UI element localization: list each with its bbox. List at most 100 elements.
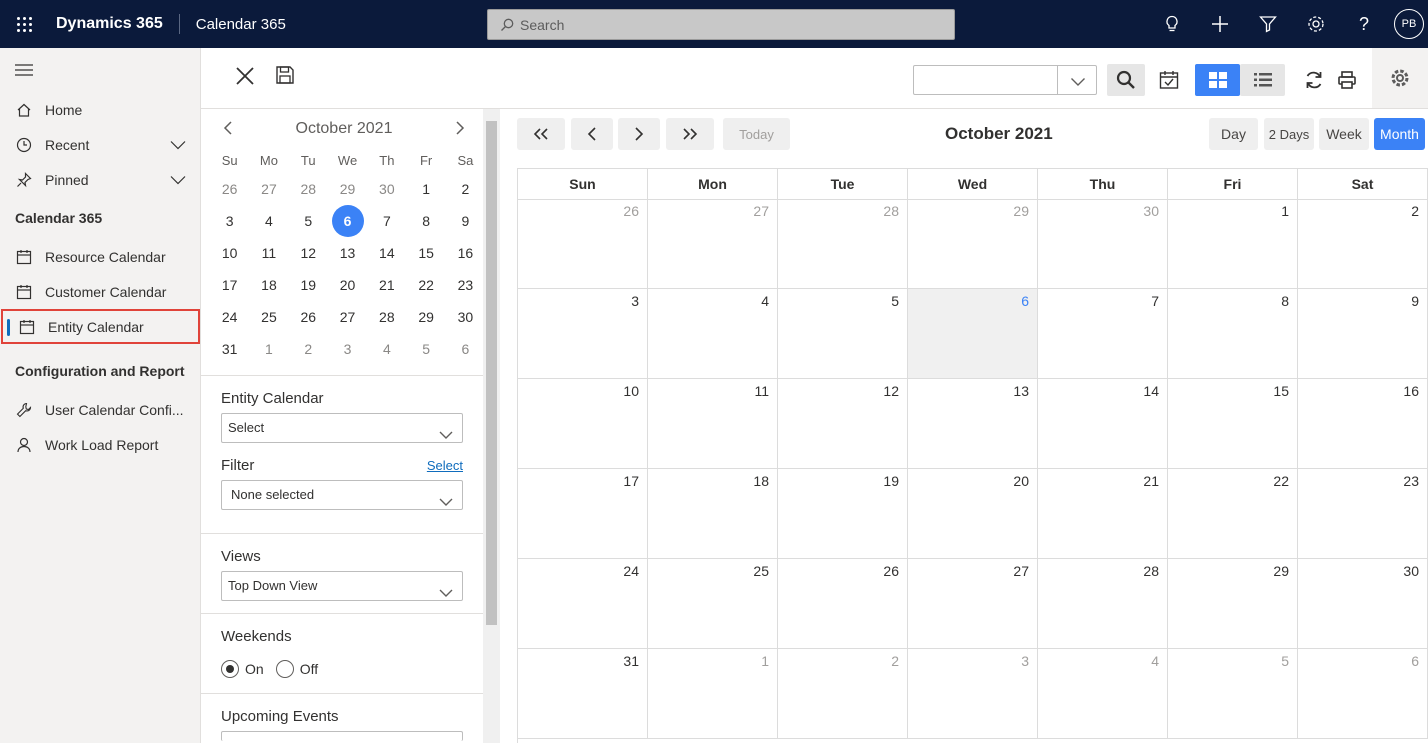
next-year-button[interactable] bbox=[666, 118, 714, 150]
settings-gear-icon[interactable] bbox=[1372, 48, 1428, 108]
day-cell[interactable]: 28 bbox=[1038, 559, 1168, 649]
day-cell[interactable]: 25 bbox=[648, 559, 778, 649]
day-cell[interactable]: 24 bbox=[518, 559, 648, 649]
mini-day[interactable]: 13 bbox=[328, 237, 367, 269]
mini-day[interactable]: 4 bbox=[367, 333, 406, 365]
day-cell[interactable]: 10 bbox=[518, 379, 648, 469]
mini-day[interactable]: 11 bbox=[249, 237, 288, 269]
day-cell[interactable]: 9 bbox=[1298, 289, 1428, 379]
mini-day[interactable]: 5 bbox=[406, 333, 445, 365]
mini-day[interactable]: 22 bbox=[406, 269, 445, 301]
day-cell[interactable]: 15 bbox=[1168, 379, 1298, 469]
day-cell[interactable]: 19 bbox=[778, 469, 908, 559]
brand-title[interactable]: Dynamics 365 bbox=[48, 14, 180, 34]
day-cell[interactable]: 27 bbox=[648, 199, 778, 289]
day-cell[interactable]: 3 bbox=[518, 289, 648, 379]
view-week-button[interactable]: Week bbox=[1319, 118, 1369, 150]
day-cell[interactable]: 31 bbox=[518, 649, 648, 739]
day-cell[interactable]: 21 bbox=[1038, 469, 1168, 559]
sidebar-item-recent[interactable]: Recent bbox=[0, 127, 200, 162]
mini-day[interactable]: 2 bbox=[289, 333, 328, 365]
day-cell[interactable]: 29 bbox=[908, 199, 1038, 289]
lightbulb-icon[interactable] bbox=[1148, 0, 1196, 48]
day-cell[interactable]: 5 bbox=[778, 289, 908, 379]
mini-day[interactable]: 12 bbox=[289, 237, 328, 269]
mini-day[interactable]: 3 bbox=[210, 205, 249, 237]
save-icon[interactable] bbox=[275, 65, 295, 88]
mini-day[interactable]: 29 bbox=[328, 173, 367, 205]
mini-day[interactable]: 14 bbox=[367, 237, 406, 269]
weekend-off-radio[interactable] bbox=[275, 660, 294, 678]
mini-day[interactable]: 4 bbox=[249, 205, 288, 237]
day-cell[interactable]: 7 bbox=[1038, 289, 1168, 379]
mini-day[interactable]: 6 bbox=[446, 333, 485, 365]
panel-scrollbar[interactable] bbox=[483, 109, 500, 743]
mini-day[interactable]: 2 bbox=[446, 173, 485, 205]
mini-day[interactable]: 10 bbox=[210, 237, 249, 269]
view-day-button[interactable]: Day bbox=[1209, 118, 1258, 150]
mini-day[interactable]: 23 bbox=[446, 269, 485, 301]
mini-day[interactable]: 17 bbox=[210, 269, 249, 301]
mini-day[interactable]: 1 bbox=[249, 333, 288, 365]
mini-day[interactable]: 1 bbox=[406, 173, 445, 205]
filter-select[interactable]: None selected bbox=[221, 480, 463, 510]
mini-day[interactable]: 26 bbox=[289, 301, 328, 333]
view-dropdown[interactable] bbox=[913, 65, 1097, 95]
sidebar-item-entity-calendar[interactable]: Entity Calendar bbox=[1, 309, 200, 344]
day-cell[interactable]: 5 bbox=[1168, 649, 1298, 739]
day-cell[interactable]: 12 bbox=[778, 379, 908, 469]
sidebar-item-customer-calendar[interactable]: Customer Calendar bbox=[0, 274, 200, 309]
hamburger-menu-icon[interactable] bbox=[0, 48, 200, 92]
mini-day[interactable]: 29 bbox=[406, 301, 445, 333]
entity-calendar-select[interactable]: Select bbox=[221, 413, 463, 443]
day-cell[interactable]: 1 bbox=[648, 649, 778, 739]
day-cell[interactable]: 16 bbox=[1298, 379, 1428, 469]
calendar-check-icon[interactable] bbox=[1153, 64, 1185, 96]
day-cell[interactable]: 1 bbox=[1168, 199, 1298, 289]
sidebar-item-resource-calendar[interactable]: Resource Calendar bbox=[0, 239, 200, 274]
mini-day[interactable]: 27 bbox=[249, 173, 288, 205]
sidebar-item-home[interactable]: Home bbox=[0, 92, 200, 127]
day-cell[interactable]: 30 bbox=[1298, 559, 1428, 649]
sidebar-item-user-calendar-config[interactable]: User Calendar Confi... bbox=[0, 392, 200, 427]
mini-day[interactable]: 26 bbox=[210, 173, 249, 205]
mini-next-month-icon[interactable] bbox=[455, 120, 465, 138]
avatar[interactable]: PB bbox=[1394, 9, 1424, 39]
day-cell[interactable]: 20 bbox=[908, 469, 1038, 559]
day-cell[interactable]: 13 bbox=[908, 379, 1038, 469]
view-month-button[interactable]: Month bbox=[1374, 118, 1425, 150]
scrollbar-thumb[interactable] bbox=[486, 121, 497, 625]
next-month-button[interactable] bbox=[618, 118, 660, 150]
sidebar-item-work-load-report[interactable]: Work Load Report bbox=[0, 427, 200, 462]
day-cell[interactable]: 8 bbox=[1168, 289, 1298, 379]
mini-day[interactable]: 19 bbox=[289, 269, 328, 301]
mini-day[interactable]: 9 bbox=[446, 205, 485, 237]
mini-day[interactable]: 3 bbox=[328, 333, 367, 365]
day-cell[interactable]: 18 bbox=[648, 469, 778, 559]
app-launcher-icon[interactable] bbox=[0, 0, 48, 48]
weekend-on-radio[interactable] bbox=[221, 660, 239, 678]
day-cell[interactable]: 11 bbox=[648, 379, 778, 469]
day-cell[interactable]: 29 bbox=[1168, 559, 1298, 649]
list-view-button[interactable] bbox=[1240, 64, 1285, 96]
mini-day-today[interactable]: 6 bbox=[328, 205, 367, 237]
day-cell[interactable]: 17 bbox=[518, 469, 648, 559]
upcoming-events-select[interactable] bbox=[221, 731, 463, 741]
mini-day[interactable]: 28 bbox=[289, 173, 328, 205]
help-icon[interactable]: ? bbox=[1340, 0, 1388, 48]
day-cell-today[interactable]: 6 bbox=[908, 289, 1038, 379]
prev-month-button[interactable] bbox=[571, 118, 613, 150]
mini-day[interactable]: 28 bbox=[367, 301, 406, 333]
chevron-down-icon[interactable] bbox=[170, 172, 186, 188]
day-cell[interactable]: 30 bbox=[1038, 199, 1168, 289]
settings-icon[interactable] bbox=[1292, 0, 1340, 48]
grid-view-button[interactable] bbox=[1195, 64, 1240, 96]
mini-day[interactable]: 8 bbox=[406, 205, 445, 237]
day-cell[interactable]: 6 bbox=[1298, 649, 1428, 739]
close-icon[interactable] bbox=[234, 65, 256, 90]
print-icon[interactable] bbox=[1331, 64, 1363, 96]
search-button[interactable] bbox=[1107, 64, 1145, 96]
mini-day[interactable]: 25 bbox=[249, 301, 288, 333]
day-cell[interactable]: 3 bbox=[908, 649, 1038, 739]
prev-year-button[interactable] bbox=[517, 118, 565, 150]
